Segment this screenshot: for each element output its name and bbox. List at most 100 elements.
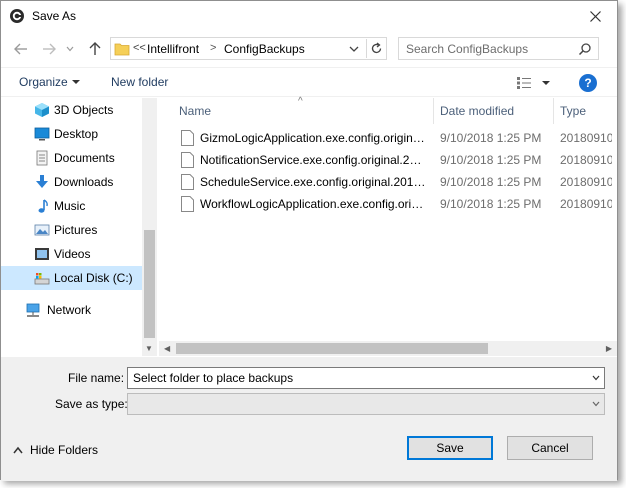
caret-down-icon[interactable] [72, 80, 80, 84]
file-name: ScheduleService.exe.config.original.2018… [200, 175, 428, 189]
breadcrumb-overflow[interactable]: << [133, 42, 146, 54]
save-as-dialog: Save As << Intellifront > ConfigBackups … [0, 0, 618, 481]
file-type: 20180910 File [560, 153, 612, 167]
sidebar-item-videos[interactable]: Videos [1, 242, 142, 266]
refresh-button[interactable] [366, 39, 386, 58]
hide-folders-button[interactable]: Hide Folders [13, 443, 98, 457]
scrollbar-thumb[interactable] [176, 343, 488, 354]
sidebar-item-label: Network [47, 303, 92, 317]
sidebar-item-label: Downloads [54, 175, 114, 189]
nav-scrollbar[interactable]: ▼ [142, 98, 157, 356]
sidebar-item-label: Music [54, 199, 86, 213]
back-button[interactable] [11, 39, 31, 59]
recent-locations-button[interactable] [63, 39, 77, 59]
table-row[interactable]: GizmoLogicApplication.exe.config.origina… [159, 127, 617, 149]
column-divider[interactable] [433, 98, 434, 124]
sidebar-item-label: Desktop [54, 127, 99, 141]
file-type: 20180910 File [560, 197, 612, 211]
scroll-right-icon[interactable]: ▶ [606, 344, 612, 353]
file-name: NotificationService.exe.config.original.… [200, 153, 428, 167]
up-button[interactable] [85, 39, 105, 59]
cancel-button[interactable]: Cancel [507, 436, 593, 460]
organize-button[interactable]: Organize [19, 75, 68, 89]
help-icon[interactable]: ? [579, 74, 597, 92]
close-button[interactable] [573, 1, 617, 31]
save-button[interactable]: Save [407, 436, 493, 460]
3d-objects-icon [35, 103, 49, 117]
horizontal-scrollbar[interactable]: ◀ ▶ [159, 341, 617, 356]
file-icon [181, 152, 194, 168]
local-disk-icon [34, 273, 50, 285]
file-name: WorkflowLogicApplication.exe.config.orig… [200, 197, 428, 211]
scrollbar-thumb[interactable] [144, 230, 155, 338]
videos-icon [35, 248, 49, 260]
search-icon[interactable] [578, 42, 592, 56]
savetype-select[interactable] [127, 393, 605, 415]
file-icon [181, 130, 194, 146]
breadcrumb-item[interactable]: Intellifront [147, 42, 199, 56]
breadcrumb-item[interactable]: ConfigBackups [224, 42, 305, 56]
network-icon [26, 303, 40, 317]
folder-icon [114, 43, 130, 56]
filename-field[interactable] [127, 367, 605, 389]
navigation-pane[interactable]: 3D Objects Desktop Documents Downloads M… [1, 98, 157, 356]
arrow-left-icon [14, 43, 27, 55]
sidebar-item-label: Documents [54, 151, 115, 165]
command-bar: Organize New folder ? [1, 67, 617, 97]
downloads-icon [36, 175, 48, 188]
caret-down-icon[interactable] [542, 81, 550, 85]
scroll-down-icon[interactable]: ▼ [145, 344, 153, 353]
search-placeholder: Search ConfigBackups [406, 42, 529, 56]
search-input[interactable]: Search ConfigBackups [398, 37, 599, 60]
sidebar-item-music[interactable]: Music [1, 194, 142, 218]
sort-ascending-icon: ^ [298, 96, 303, 107]
view-options-icon[interactable] [516, 76, 532, 90]
file-list[interactable]: ^ Name Date modified Type GizmoLogicAppl… [159, 96, 617, 356]
arrow-right-icon [43, 43, 56, 55]
table-row[interactable]: WorkflowLogicApplication.exe.config.orig… [159, 193, 617, 215]
chevron-down-icon[interactable] [347, 42, 361, 56]
sidebar-item-downloads[interactable]: Downloads [1, 170, 142, 194]
chevron-down-icon[interactable] [592, 375, 600, 381]
column-divider[interactable] [553, 98, 554, 124]
sidebar-item-network[interactable]: Network [1, 298, 142, 322]
file-icon [181, 174, 194, 190]
table-row[interactable]: ScheduleService.exe.config.original.2018… [159, 171, 617, 193]
sidebar-item-desktop[interactable]: Desktop [1, 122, 142, 146]
scroll-left-icon[interactable]: ◀ [164, 344, 170, 353]
sidebar-item-label: Local Disk (C:) [54, 271, 133, 285]
filename-label: File name: [68, 371, 125, 385]
save-options-panel: File name: Save as type: Hide Folders Sa… [1, 357, 617, 481]
music-icon [38, 199, 48, 213]
file-date: 9/10/2018 1:25 PM [440, 197, 542, 211]
file-type: 20180910 File [560, 175, 612, 189]
chevron-down-icon[interactable] [592, 401, 600, 407]
sidebar-item-pictures[interactable]: Pictures [1, 218, 142, 242]
sidebar-item-label: Pictures [54, 223, 98, 237]
sidebar-item-label: 3D Objects [54, 103, 114, 117]
app-icon [10, 9, 24, 23]
forward-button[interactable] [39, 39, 59, 59]
column-header-date-modified[interactable]: Date modified [440, 104, 514, 118]
chevron-down-icon [66, 46, 74, 52]
sidebar-item-documents[interactable]: Documents [1, 146, 142, 170]
address-bar[interactable]: << Intellifront > ConfigBackups [110, 37, 387, 60]
chevron-up-icon [13, 446, 23, 454]
title-bar: Save As [1, 1, 617, 31]
arrow-up-icon [89, 42, 101, 55]
file-date: 9/10/2018 1:25 PM [440, 175, 542, 189]
column-header-type[interactable]: Type [560, 104, 586, 118]
sidebar-item-local-disk[interactable]: Local Disk (C:) [1, 266, 142, 290]
pictures-icon [34, 224, 50, 236]
file-icon [181, 196, 194, 212]
file-date: 9/10/2018 1:25 PM [440, 131, 542, 145]
hide-folders-label: Hide Folders [30, 443, 99, 457]
sidebar-item-label: Videos [54, 247, 91, 261]
file-type: 20180910 File [560, 131, 612, 145]
sidebar-item-3d-objects[interactable]: 3D Objects [1, 98, 142, 122]
column-header-name[interactable]: Name [179, 104, 211, 118]
new-folder-button[interactable]: New folder [111, 75, 168, 89]
desktop-icon [34, 127, 50, 141]
table-row[interactable]: NotificationService.exe.config.original.… [159, 149, 617, 171]
breadcrumb-separator[interactable]: > [210, 42, 216, 54]
